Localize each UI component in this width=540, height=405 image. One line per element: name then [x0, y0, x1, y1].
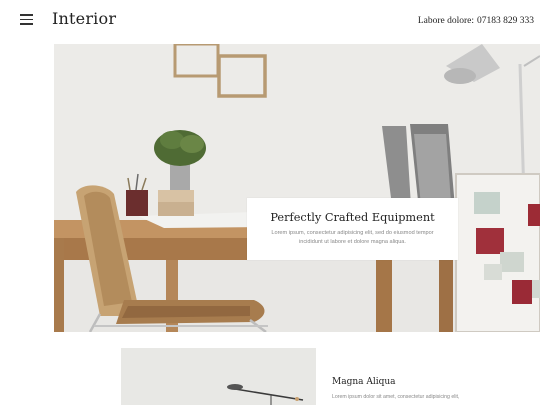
- feature-text: Lorem ipsum dolor sit amet, consectetur …: [332, 394, 460, 400]
- hero-title: Perfectly Crafted Equipment: [270, 211, 435, 224]
- hamburger-menu-icon[interactable]: [20, 14, 33, 25]
- phone-label: Labore dolore:: [417, 16, 474, 26]
- hero-banner: Perfectly Crafted Equipment Lorem ipsum,…: [54, 44, 540, 332]
- feature-image: [121, 348, 316, 405]
- site-logo[interactable]: Interior: [52, 9, 116, 28]
- hero-photo: [54, 44, 540, 332]
- feature-title: Magna Aliqua: [332, 377, 396, 387]
- phone-number[interactable]: 07183 829 333: [477, 16, 534, 26]
- phone-contact[interactable]: Labore dolore: 07183 829 333: [415, 16, 534, 26]
- hero-text: Lorem ipsum, consectetur adipisicing eli…: [271, 230, 434, 245]
- site-header: Interior Labore dolore: 07183 829 333: [0, 0, 540, 44]
- hero-caption-card: Perfectly Crafted Equipment Lorem ipsum,…: [247, 198, 458, 260]
- feature-photo: [121, 348, 316, 405]
